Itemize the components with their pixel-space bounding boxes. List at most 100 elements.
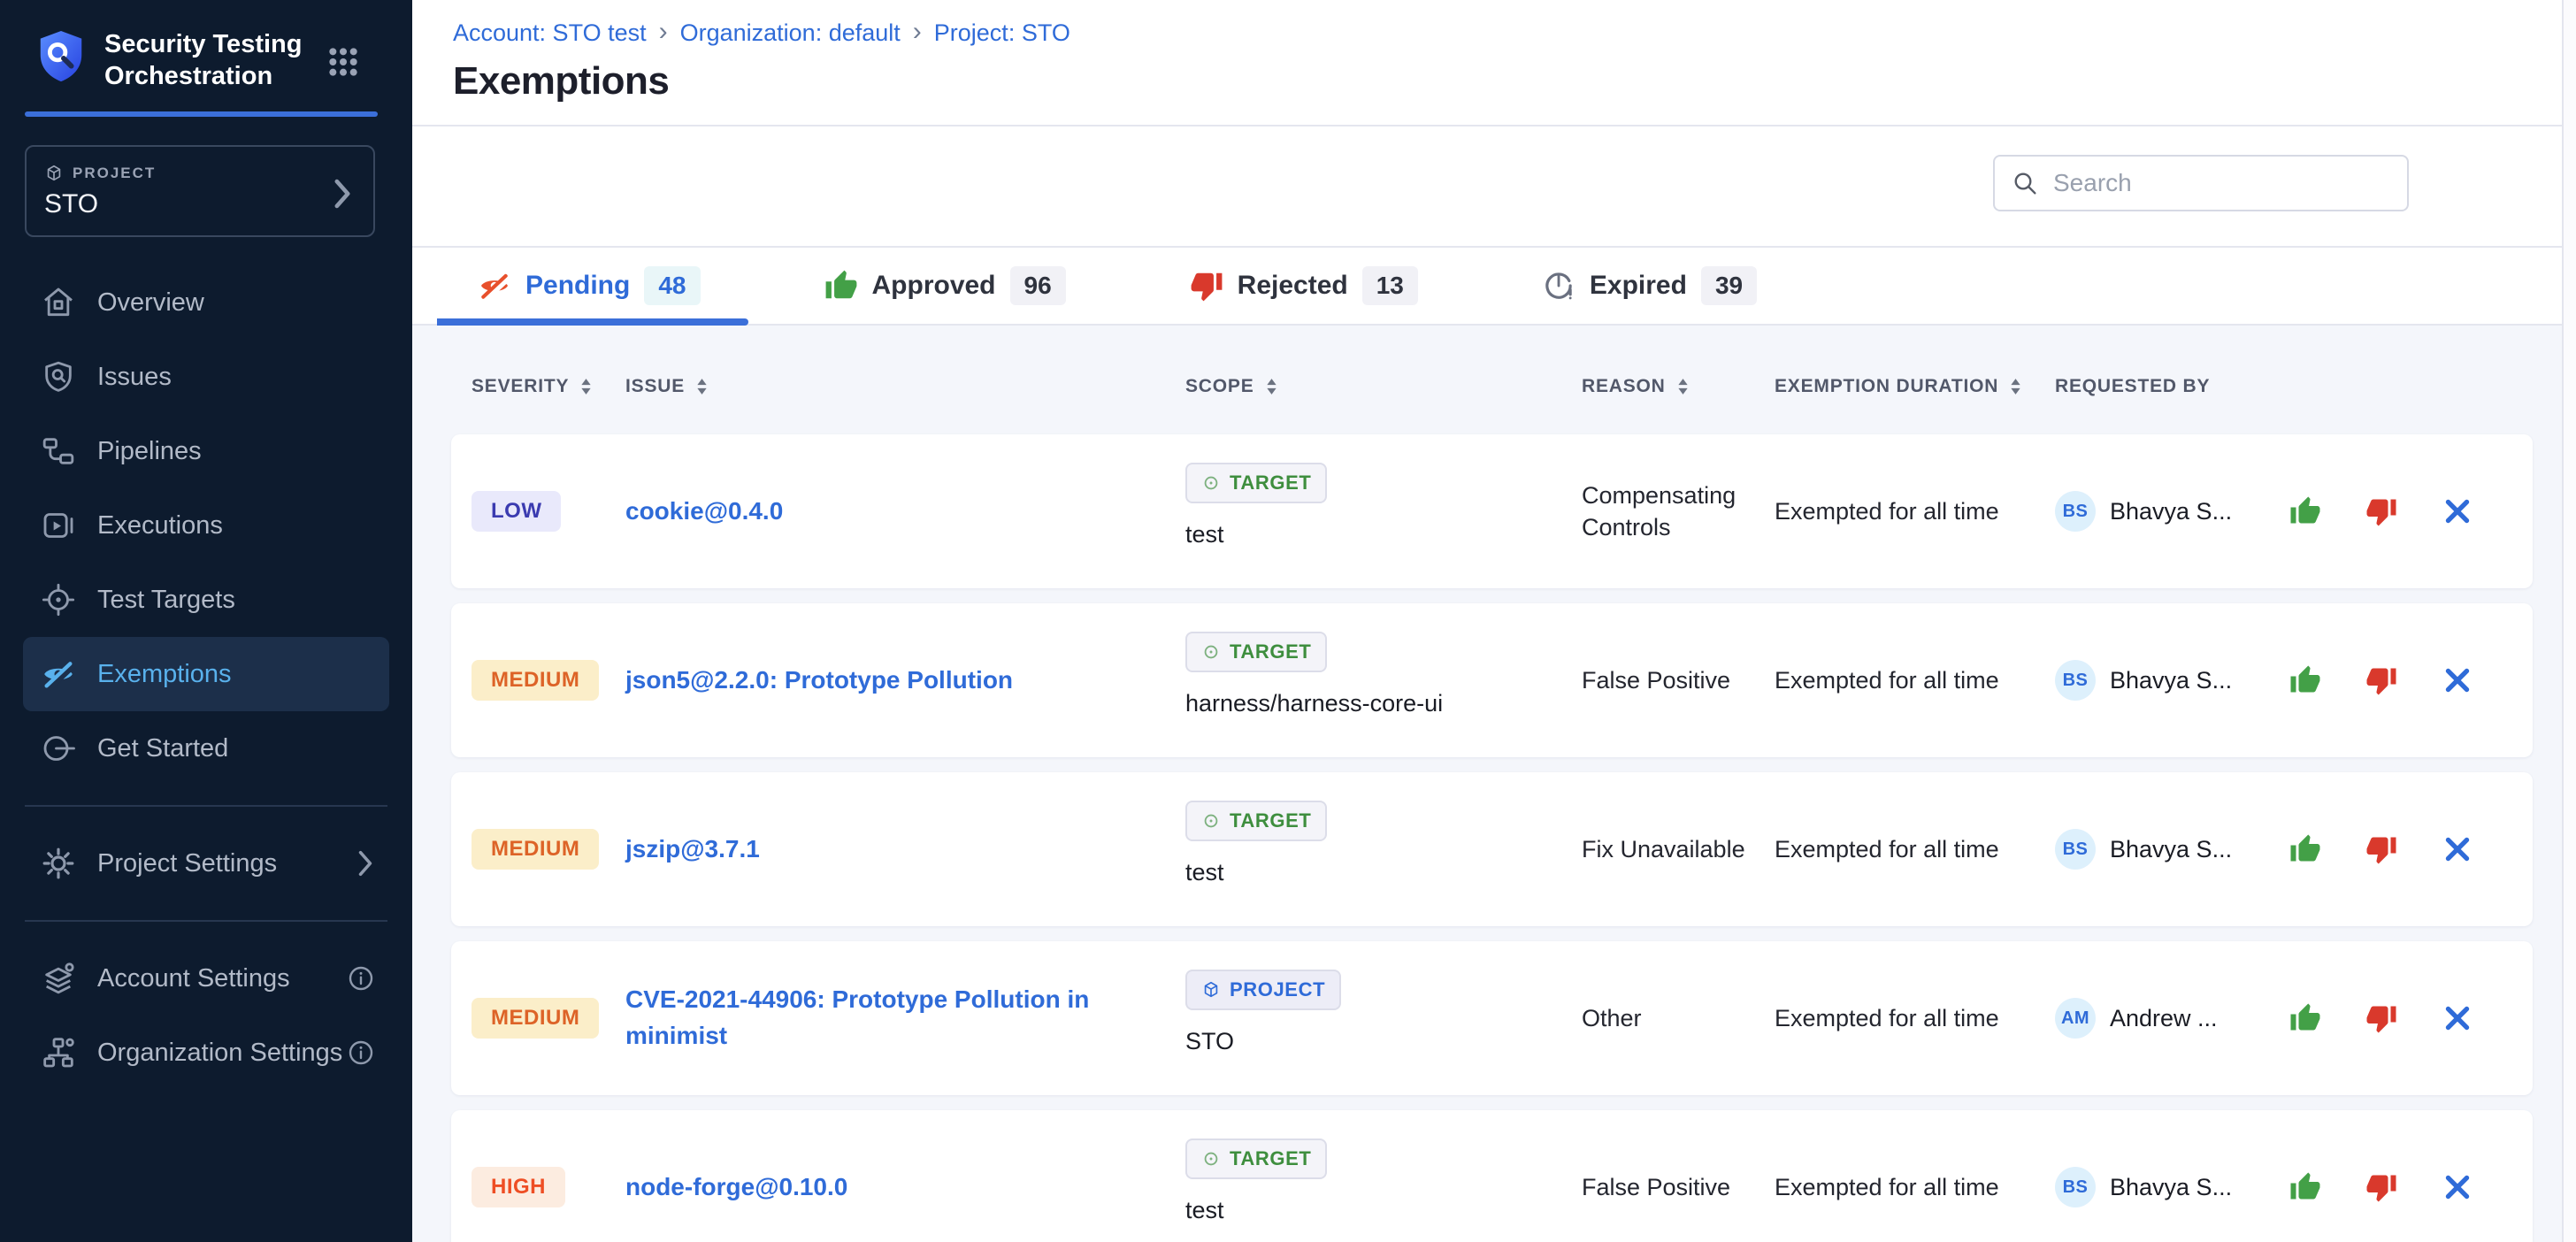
shield-search-icon (41, 359, 76, 395)
cancel-button[interactable] (2442, 495, 2473, 527)
sidebar-item-project-settings[interactable]: Project Settings (23, 826, 389, 901)
apps-grid-icon[interactable] (326, 44, 361, 80)
duration-cell: Exempted for all time (1775, 1005, 2055, 1032)
sort-icon[interactable] (1676, 377, 1690, 396)
breadcrumb-account[interactable]: Account: STO test (453, 19, 647, 47)
requested-by-cell: BS Bhavya S... (2055, 829, 2273, 870)
app-root: Security Testing Orchestration PROJECT S… (0, 0, 2576, 1242)
row-actions (2273, 664, 2533, 696)
tab-pending[interactable]: Pending 48 (478, 266, 701, 305)
scope-name: STO (1185, 1028, 1234, 1055)
column-issue: ISSUE (625, 376, 1185, 397)
tab-label: Approved (872, 271, 996, 301)
reject-button[interactable] (2365, 1002, 2397, 1034)
sort-icon[interactable] (695, 377, 709, 396)
issue-link[interactable]: node-forge@0.10.0 (625, 1173, 847, 1200)
approve-button[interactable] (2289, 495, 2321, 527)
main-content: Account: STO test › Organization: defaul… (412, 0, 2576, 1242)
reject-button[interactable] (2365, 664, 2397, 696)
issue-link[interactable]: CVE-2021-44906: Prototype Pollution in m… (625, 985, 1089, 1049)
issue-link[interactable]: jszip@3.7.1 (625, 835, 760, 862)
cancel-button[interactable] (2442, 1171, 2473, 1203)
tab-rejected[interactable]: Rejected 13 (1190, 266, 1418, 305)
info-icon[interactable] (347, 1039, 375, 1067)
scrollbar[interactable] (2562, 0, 2576, 1242)
breadcrumb-separator-icon: › (913, 17, 922, 47)
sidebar-divider (25, 805, 387, 807)
project-selector[interactable]: PROJECT STO (25, 145, 375, 237)
table-header: SEVERITY ISSUE SCOPE REASON EXEMPTION DU… (451, 326, 2533, 434)
avatar: BS (2055, 491, 2096, 532)
breadcrumb-project[interactable]: Project: STO (934, 19, 1070, 47)
tab-count-badge: 39 (1701, 266, 1757, 305)
active-tab-indicator (437, 318, 748, 326)
scope-name: test (1185, 859, 1224, 886)
sidebar-item-issues[interactable]: Issues (23, 340, 389, 414)
approve-button[interactable] (2289, 1171, 2321, 1203)
requester-name: Bhavya S... (2110, 498, 2232, 525)
breadcrumb-organization[interactable]: Organization: default (680, 19, 901, 47)
sidebar-item-label: Overview (97, 288, 204, 318)
clock-alert-icon (1542, 269, 1576, 303)
search-input[interactable] (2051, 168, 2391, 198)
table-row[interactable]: MEDIUM jszip@3.7.1 TARGET test Fix Unava… (451, 772, 2533, 926)
severity-badge: MEDIUM (472, 829, 599, 870)
eye-off-icon (478, 269, 511, 303)
column-exemption-duration: EXEMPTION DURATION (1775, 376, 2055, 397)
column-scope: SCOPE (1185, 376, 1582, 397)
reject-button[interactable] (2365, 495, 2397, 527)
table-row[interactable]: MEDIUM json5@2.2.0: Prototype Pollution … (451, 603, 2533, 757)
row-actions (2273, 1002, 2533, 1034)
reject-button[interactable] (2365, 833, 2397, 865)
table-row[interactable]: HIGH node-forge@0.10.0 TARGET test False… (451, 1110, 2533, 1242)
reject-button[interactable] (2365, 1171, 2397, 1203)
sort-icon[interactable] (1265, 377, 1278, 396)
sidebar-item-get-started[interactable]: Get Started (23, 711, 389, 786)
tab-label: Pending (525, 271, 630, 301)
home-icon (41, 285, 76, 320)
approve-button[interactable] (2289, 1002, 2321, 1034)
sort-icon[interactable] (2009, 377, 2022, 396)
sidebar-item-label: Project Settings (97, 849, 277, 878)
column-requested-by: REQUESTED BY (2055, 376, 2273, 397)
sidebar-item-label: Get Started (97, 734, 228, 763)
tab-label: Expired (1590, 271, 1687, 301)
sidebar-item-test-targets[interactable]: Test Targets (23, 563, 389, 637)
sidebar-item-account-settings[interactable]: Account Settings (23, 941, 389, 1016)
sidebar-item-overview[interactable]: Overview (23, 265, 389, 340)
approve-button[interactable] (2289, 833, 2321, 865)
sidebar-item-exemptions[interactable]: Exemptions (23, 637, 389, 711)
issue-link[interactable]: json5@2.2.0: Prototype Pollution (625, 666, 1013, 694)
sidebar-nav: Overview Issues Pipelines Executions Tes… (0, 265, 412, 1090)
requested-by-cell: BS Bhavya S... (2055, 491, 2273, 532)
avatar: BS (2055, 1167, 2096, 1208)
sidebar-divider (25, 920, 387, 922)
requested-by-cell: BS Bhavya S... (2055, 660, 2273, 701)
info-icon[interactable] (347, 964, 375, 993)
tab-count-badge: 48 (644, 266, 700, 305)
scope-cell: TARGET test (1185, 772, 1582, 926)
tab-approved[interactable]: Approved 96 (824, 266, 1066, 305)
tab-expired[interactable]: Expired 39 (1542, 266, 1757, 305)
table-row[interactable]: LOW cookie@0.4.0 TARGET test Compensatin… (451, 434, 2533, 588)
severity-badge: LOW (472, 491, 561, 532)
sidebar-item-executions[interactable]: Executions (23, 488, 389, 563)
approve-button[interactable] (2289, 664, 2321, 696)
issue-link[interactable]: cookie@0.4.0 (625, 497, 783, 525)
cancel-button[interactable] (2442, 664, 2473, 696)
org-chart-gear-icon (41, 1035, 76, 1070)
scope-badge: TARGET (1185, 1138, 1327, 1179)
sidebar-item-organization-settings[interactable]: Organization Settings (23, 1016, 389, 1090)
table-row[interactable]: MEDIUM CVE-2021-44906: Prototype Polluti… (451, 941, 2533, 1095)
chevron-right-icon (356, 850, 375, 877)
cancel-button[interactable] (2442, 833, 2473, 865)
cancel-button[interactable] (2442, 1002, 2473, 1034)
sidebar-item-pipelines[interactable]: Pipelines (23, 414, 389, 488)
reason-cell: Compensating Controls (1582, 479, 1754, 544)
severity-badge: MEDIUM (472, 998, 599, 1039)
scope-badge: PROJECT (1185, 970, 1341, 1010)
reason-cell: False Positive (1582, 1171, 1754, 1203)
target-badge-icon (1201, 1149, 1221, 1169)
sort-icon[interactable] (579, 377, 593, 396)
eye-off-icon (41, 656, 76, 692)
